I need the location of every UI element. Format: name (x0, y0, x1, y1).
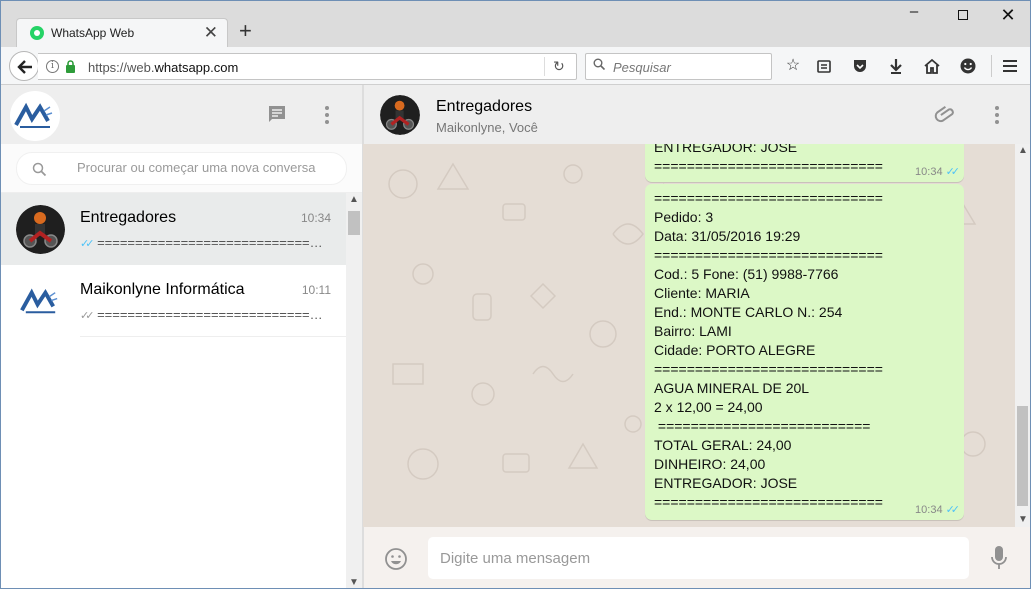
browser-tab-whatsapp[interactable]: WhatsApp Web ✕ (16, 18, 228, 47)
url-text: https://web.whatsapp.com (88, 60, 239, 75)
message-composer (363, 527, 1030, 588)
chat-search-input[interactable] (77, 160, 337, 175)
site-info-icon[interactable]: i (46, 60, 59, 73)
chat-divider (80, 336, 346, 337)
address-bar[interactable]: i https://web.whatsapp.com ↻ (38, 53, 577, 80)
new-tab-button[interactable]: + (239, 20, 252, 42)
chat-name: Entregadores (80, 209, 177, 226)
scrollbar-thumb[interactable] (1017, 406, 1028, 506)
sidebar-menu-icon[interactable] (315, 103, 339, 127)
minimize-window-icon[interactable]: – (904, 3, 924, 20)
message-meta: 10:34 ✓✓ (915, 166, 961, 178)
chat-item-maikonlyne-informatica[interactable]: Maikonlyne Informática 10:11 ✓✓ ========… (1, 265, 346, 337)
account-smiley-icon[interactable] (959, 57, 977, 75)
lock-icon (66, 60, 75, 73)
browser-search-bar[interactable]: Pesquisar (585, 53, 772, 80)
conversation-title: Entregadores (436, 98, 533, 115)
chat-list: Entregadores 10:34 ✓✓ ==================… (1, 193, 346, 588)
chat-search-area (1, 144, 362, 193)
conversation-pane: Entregadores Maikonlyne, Você ENTREGADOR… (363, 85, 1030, 588)
message-bubble-outgoing[interactable]: ENTREGADOR: JOSE =======================… (645, 144, 964, 182)
tab-title: WhatsApp Web (51, 26, 135, 40)
message-area: ENTREGADOR: JOSE =======================… (363, 144, 1030, 527)
new-chat-icon[interactable] (265, 103, 289, 127)
bookmark-star-icon[interactable]: ☆ (784, 57, 802, 75)
chat-item-entregadores[interactable]: Entregadores 10:34 ✓✓ ==================… (1, 193, 346, 265)
emoji-icon[interactable] (384, 547, 408, 571)
sidebar-header (1, 85, 362, 144)
back-arrow-icon (17, 60, 32, 74)
attach-paperclip-icon[interactable] (934, 103, 958, 127)
tab-close-icon[interactable]: ✕ (204, 23, 218, 43)
message-input[interactable] (428, 537, 969, 579)
chat-search-box[interactable] (16, 152, 347, 185)
tab-strip: WhatsApp Web ✕ + – ✕ (1, 1, 1030, 47)
read-ticks-icon: ✓✓ (945, 504, 961, 516)
conversation-header[interactable]: Entregadores Maikonlyne, Você (363, 85, 1030, 144)
maikonlyne-logo-icon (20, 288, 58, 314)
read-ticks-icon: ✓✓ (945, 166, 961, 178)
chat-preview: ✓✓ ================================ (80, 307, 325, 322)
messages-scrollbar[interactable]: ▲ ▼ (1015, 144, 1030, 527)
pocket-icon[interactable] (851, 57, 869, 75)
chat-time: 10:11 (301, 283, 331, 297)
profile-avatar[interactable] (10, 91, 60, 141)
search-icon (32, 162, 47, 177)
whatsapp-favicon-icon (30, 26, 44, 40)
browser-window: WhatsApp Web ✕ + – ✕ i https://web.whats… (0, 0, 1031, 589)
whatsapp-app: Entregadores 10:34 ✓✓ ==================… (1, 85, 1030, 588)
maximize-window-icon[interactable] (953, 7, 973, 24)
scrollbar-thumb[interactable] (348, 211, 360, 235)
message-bubble-outgoing[interactable]: ============================ Pedido: 3 D… (645, 184, 964, 520)
scroll-up-icon[interactable]: ▲ (349, 194, 359, 205)
conversation-members: Maikonlyne, Você (436, 120, 538, 135)
navigation-bar: i https://web.whatsapp.com ↻ Pesquisar ☆ (1, 47, 1030, 85)
home-icon[interactable] (923, 57, 941, 75)
motorcycle-rider-avatar-icon (380, 95, 420, 135)
message-meta: 10:34 ✓✓ (915, 504, 961, 516)
message-text: ENTREGADOR: JOSE =======================… (654, 144, 883, 174)
conversation-menu-icon[interactable] (985, 103, 1009, 127)
browser-search-placeholder: Pesquisar (613, 60, 671, 75)
reading-list-icon[interactable] (815, 57, 833, 75)
search-icon (593, 58, 605, 70)
scroll-up-icon[interactable]: ▲ (1018, 145, 1028, 156)
chat-avatar (16, 277, 65, 326)
maikonlyne-logo-icon (14, 102, 53, 128)
close-window-icon[interactable]: ✕ (998, 5, 1018, 26)
chat-name: Maikonlyne Informática (80, 281, 245, 298)
address-divider (544, 57, 545, 76)
read-ticks-icon: ✓✓ (80, 238, 95, 250)
back-button[interactable] (9, 51, 39, 81)
toolbar-divider (991, 55, 992, 77)
scroll-down-icon[interactable]: ▼ (1018, 514, 1028, 525)
hamburger-menu-icon[interactable] (1001, 57, 1019, 75)
scroll-down-icon[interactable]: ▼ (349, 577, 359, 588)
chat-time: 10:34 (300, 211, 331, 225)
microphone-icon[interactable] (989, 545, 1009, 571)
reload-icon[interactable]: ↻ (553, 58, 565, 75)
chat-avatar (16, 205, 65, 254)
chat-list-scrollbar[interactable]: ▲ ▼ (346, 193, 362, 588)
delivered-ticks-icon: ✓✓ (80, 310, 95, 322)
motorcycle-rider-avatar-icon (16, 205, 65, 254)
group-avatar[interactable] (380, 95, 420, 135)
sidebar: Entregadores 10:34 ✓✓ ==================… (1, 85, 363, 588)
message-text: ============================ Pedido: 3 D… (654, 190, 883, 510)
chat-preview: ✓✓ ================================ (80, 235, 325, 250)
download-icon[interactable] (887, 57, 905, 75)
